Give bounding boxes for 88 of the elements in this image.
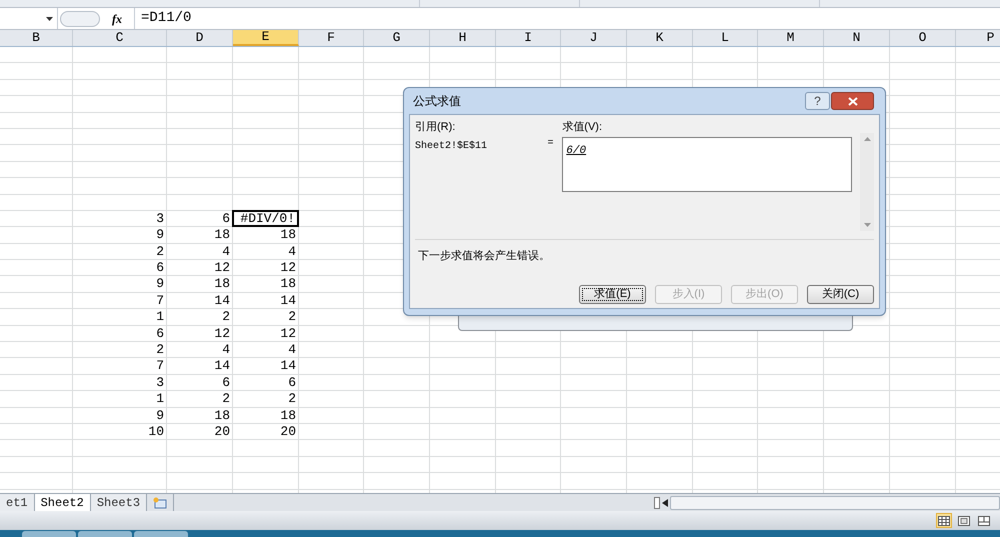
column-header[interactable]: I	[496, 30, 561, 46]
table-cell[interactable]: 12	[167, 326, 232, 342]
table-cell[interactable]: 9	[73, 408, 166, 423]
function-label[interactable]: fx	[112, 10, 132, 28]
column-header[interactable]: H	[430, 30, 496, 46]
column-header[interactable]: M	[758, 30, 824, 46]
table-cell[interactable]: 18	[167, 408, 232, 423]
column-header[interactable]: E	[233, 30, 299, 46]
table-cell[interactable]: 18	[233, 227, 298, 243]
table-cell[interactable]: 4	[233, 342, 298, 358]
column-header[interactable]: F	[299, 30, 364, 46]
dialog-button[interactable]: 求值(E)	[579, 285, 646, 304]
column-header[interactable]: C	[73, 30, 167, 46]
split-handle[interactable]	[654, 496, 660, 508]
scroll-up-icon[interactable]	[864, 137, 871, 141]
table-cell[interactable]: 6	[167, 210, 232, 226]
table-cell[interactable]: 4	[167, 342, 232, 358]
status-message: 下一步求值将会产生错误。	[418, 248, 551, 264]
help-button[interactable]: ?	[805, 92, 830, 110]
sheet-tab[interactable]: Sheet3	[90, 494, 148, 511]
column-header[interactable]: B	[0, 30, 73, 46]
column-header[interactable]: P	[956, 30, 1000, 46]
table-cell[interactable]: 9	[73, 227, 166, 243]
table-cell[interactable]: 12	[233, 260, 298, 276]
table-cell[interactable]: 14	[167, 358, 232, 374]
column-header[interactable]: N	[824, 30, 890, 46]
reference-label: 引用(R):	[415, 120, 456, 135]
close-icon	[848, 96, 858, 106]
column-header[interactable]: O	[890, 30, 956, 46]
scroll-left-icon[interactable]	[662, 498, 668, 506]
table-cell[interactable]: 2	[167, 391, 232, 407]
column-header[interactable]: G	[364, 30, 430, 46]
close-button[interactable]	[831, 92, 874, 110]
active-cell[interactable]: #DIV/0!	[232, 210, 299, 228]
horizontal-scrollbar[interactable]	[670, 496, 1000, 510]
column-header[interactable]: J	[561, 30, 627, 46]
value-field[interactable]: 6/0	[562, 136, 852, 192]
table-cell[interactable]: 12	[167, 260, 232, 276]
grid-view-icon	[938, 516, 950, 526]
value-label: 求值(V):	[562, 120, 604, 135]
table-cell[interactable]: 2	[73, 342, 166, 358]
equals-sign: =	[547, 137, 554, 148]
view-button[interactable]	[936, 513, 952, 528]
dialog-title: 公式求值	[412, 93, 461, 110]
view-button[interactable]	[976, 513, 992, 528]
table-cell[interactable]: 18	[233, 276, 298, 292]
vertical-scrollbar[interactable]	[860, 133, 874, 231]
table-cell[interactable]: 6	[73, 260, 166, 276]
table-cell[interactable]: 6	[167, 374, 232, 390]
view-button[interactable]	[956, 513, 972, 528]
column-header[interactable]: K	[627, 30, 693, 46]
table-cell[interactable]: 4	[167, 244, 232, 260]
expand-button[interactable]	[60, 10, 100, 26]
dropdown-icon[interactable]	[46, 16, 53, 20]
table-cell[interactable]: 10	[73, 424, 166, 440]
sheet-tab[interactable]: Sheet2	[34, 494, 91, 511]
table-cell[interactable]: 6	[233, 374, 298, 390]
table-cell[interactable]: 2	[167, 309, 232, 325]
column-header[interactable]: L	[693, 30, 758, 46]
dialog-button[interactable]: 关闭(C)	[807, 285, 874, 304]
table-cell[interactable]: 6	[73, 326, 166, 342]
table-cell[interactable]: 7	[73, 358, 166, 374]
table-cell[interactable]: 3	[73, 210, 166, 226]
table-cell[interactable]: 9	[73, 276, 166, 292]
table-cell[interactable]: 20	[233, 424, 298, 440]
table-cell[interactable]: 18	[233, 408, 298, 423]
table-cell[interactable]: 14	[233, 292, 298, 308]
page-break-icon	[978, 516, 990, 526]
page-view-icon	[958, 516, 970, 526]
table-cell[interactable]: 3	[73, 374, 166, 390]
sheet-tab[interactable]: et1	[0, 494, 35, 511]
table-cell[interactable]: 18	[167, 227, 232, 243]
formula-field[interactable]: =D11/0	[134, 8, 1000, 29]
table-cell[interactable]: 12	[233, 326, 298, 342]
table-cell[interactable]: 4	[233, 244, 298, 260]
table-cell[interactable]: 20	[167, 424, 232, 440]
table-cell[interactable]: 2	[233, 309, 298, 325]
table-cell[interactable]: 1	[73, 391, 166, 407]
table-cell[interactable]: 18	[167, 276, 232, 292]
table-cell[interactable]: 2	[73, 244, 166, 260]
table-cell[interactable]: 7	[73, 292, 166, 308]
table-cell[interactable]: 14	[167, 292, 232, 308]
table-cell[interactable]: 2	[233, 391, 298, 407]
reference-text: Sheet2!$E$11	[415, 140, 488, 154]
table-cell[interactable]: 1	[73, 309, 166, 325]
table-cell[interactable]: 14	[233, 358, 298, 374]
new-sheet-icon[interactable]	[153, 496, 168, 508]
scroll-down-icon[interactable]	[864, 223, 871, 227]
